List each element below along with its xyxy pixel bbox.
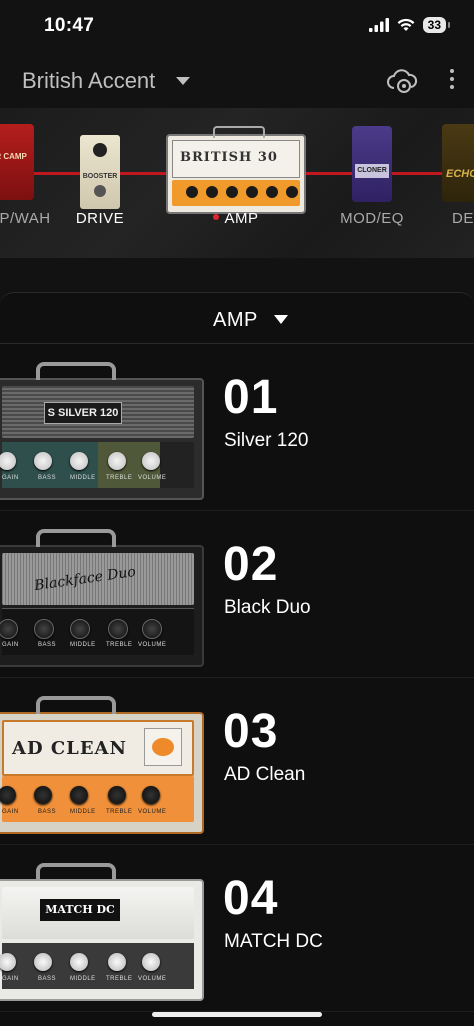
- chevron-down-icon[interactable]: [176, 77, 190, 85]
- amp-list-item[interactable]: MATCH DC GAIN BASS MIDDLE TREBLE VOLUME …: [0, 845, 474, 1012]
- amp-handle: [36, 529, 116, 547]
- wifi-icon: [397, 18, 415, 31]
- black-duo-amp-image: Blackface Duo GAIN BASS MIDDLE TREBLE VO…: [0, 529, 204, 667]
- amp-list-item[interactable]: Blackface Duo GAIN BASS MIDDLE TREBLE VO…: [0, 511, 474, 678]
- booster-pedal: BOOSTER: [80, 135, 120, 209]
- preset-name[interactable]: British Accent: [22, 68, 155, 94]
- chain-label-drive: DRIVE: [75, 210, 125, 227]
- knob-icon: [93, 143, 107, 157]
- footswitch-icon: [94, 185, 106, 197]
- cloner-pedal: CLONER: [352, 126, 392, 202]
- amp-name: Silver 120: [224, 430, 309, 451]
- chain-label-amp: AMP: [166, 210, 306, 227]
- amp-list-item[interactable]: AD CLEAN GAIN BASS MIDDLE TREBLE VOLUME …: [0, 678, 474, 845]
- chain-item-modeq[interactable]: CLONER MOD/EQ: [332, 108, 412, 248]
- chain-label-delay: DE: [452, 210, 474, 227]
- chain-item-delay[interactable]: ECHO DE: [442, 108, 474, 248]
- amp-name: Black Duo: [224, 597, 311, 618]
- amp-control-panel: GAIN BASS MIDDLE TREBLE VOLUME: [0, 776, 194, 822]
- more-options-button[interactable]: [448, 69, 456, 95]
- preset-header: British Accent: [0, 58, 474, 106]
- british-30-amp: BRITISH 30: [166, 126, 306, 214]
- amp-handle: [36, 362, 116, 380]
- wah-pedal: ER CAMP: [0, 124, 34, 200]
- amp-grille: AD CLEAN: [2, 720, 194, 776]
- amp-grille: S SILVER 120: [2, 386, 194, 438]
- status-icons: 33: [368, 17, 451, 33]
- chain-item-amp[interactable]: BRITISH 30 AMP: [166, 108, 306, 248]
- amp-control-panel: GAIN BASS MIDDLE TREBLE VOLUME: [0, 943, 194, 989]
- amp-handle: [36, 863, 116, 881]
- cloud-icon: [387, 69, 418, 93]
- chain-label-modeq: MOD/EQ: [340, 210, 404, 227]
- amp-name: AD Clean: [224, 764, 306, 785]
- amp-number: 01: [223, 371, 279, 424]
- ad-clean-amp-image: AD CLEAN GAIN BASS MIDDLE TREBLE VOLUME: [0, 696, 204, 834]
- amp-list: S SILVER 120 GAIN BASS MIDDLE TREBLE VOL…: [0, 344, 474, 1012]
- amp-grille: Blackface Duo: [2, 553, 194, 605]
- amp-handle: [36, 696, 116, 714]
- status-bar: 10:47 33: [0, 0, 474, 54]
- sheet-title[interactable]: AMP: [213, 309, 258, 332]
- amp-control-panel: [172, 180, 300, 206]
- home-indicator[interactable]: [152, 1012, 322, 1017]
- amp-list-item[interactable]: S SILVER 120 GAIN BASS MIDDLE TREBLE VOL…: [0, 344, 474, 511]
- cloud-sync-button[interactable]: [386, 66, 418, 96]
- amp-control-panel: GAIN BASS MIDDLE TREBLE VOLUME: [0, 608, 194, 655]
- active-dot-icon: [213, 214, 220, 221]
- echo-pedal: ECHO: [442, 124, 474, 202]
- amp-number: 02: [223, 538, 279, 591]
- silver-120-amp-image: S SILVER 120 GAIN BASS MIDDLE TREBLE VOL…: [0, 362, 204, 500]
- amp-number: 03: [223, 705, 279, 758]
- amp-number: 04: [223, 872, 279, 925]
- orange-logo-icon: [144, 728, 182, 766]
- clock: 10:47: [44, 15, 95, 36]
- chain-item-drive[interactable]: BOOSTER DRIVE: [60, 108, 140, 248]
- sheet-header[interactable]: AMP: [0, 293, 474, 344]
- more-vertical-icon: [450, 69, 454, 73]
- cellular-signal-icon: [368, 18, 389, 32]
- signal-chain: ER CAMP P/WAH BOOSTER DRIVE BRITISH 30 A…: [0, 108, 474, 258]
- battery-indicator: 33: [422, 17, 451, 33]
- amp-selector-sheet: AMP S SILVER 120 GAIN BASS MIDDLE TREBLE…: [0, 292, 474, 1026]
- match-dc-amp-image: MATCH DC GAIN BASS MIDDLE TREBLE VOLUME: [0, 863, 204, 1001]
- caret-down-icon[interactable]: [274, 315, 288, 324]
- amp-name: MATCH DC: [224, 931, 323, 952]
- amp-grille: MATCH DC: [2, 887, 194, 939]
- amp-control-panel: GAIN BASS MIDDLE TREBLE VOLUME: [0, 442, 194, 488]
- amp-handle: [213, 126, 265, 138]
